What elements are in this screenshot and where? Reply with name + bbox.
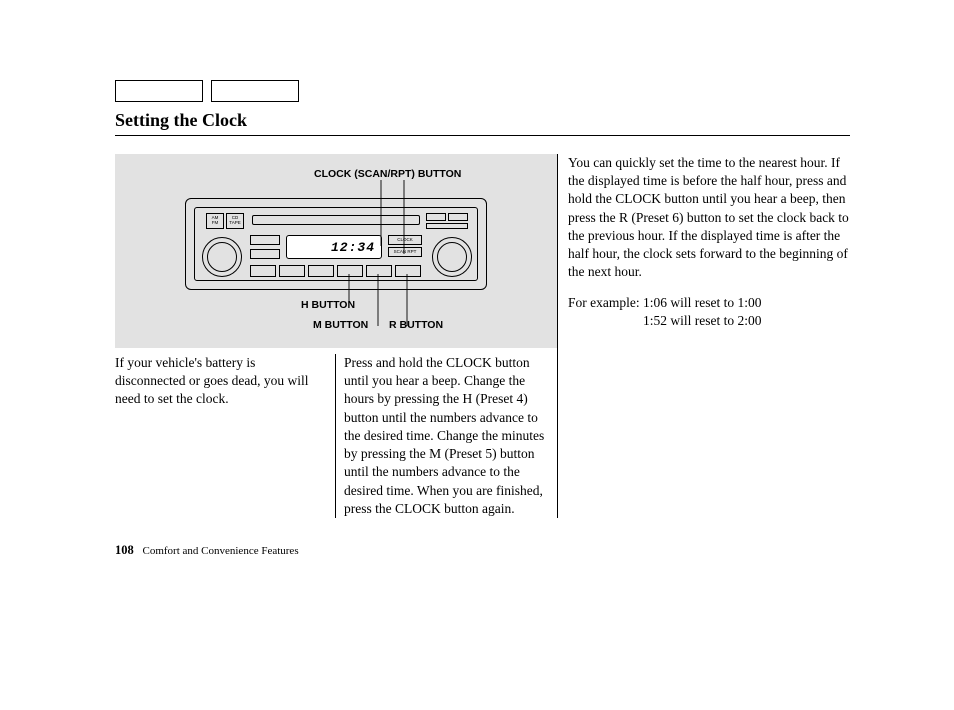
content-columns: CLOCK (SCAN/RPT) BUTTON AM FM CD TAPE <box>115 154 850 518</box>
eject-area-2 <box>448 213 468 221</box>
clock-display: 12:34 <box>286 235 382 259</box>
cd-slot <box>252 215 420 225</box>
header-box-1 <box>115 80 203 102</box>
callout-r-button: R BUTTON <box>389 319 443 331</box>
eject-area-1 <box>426 213 446 221</box>
callout-clock-button: CLOCK (SCAN/RPT) BUTTON <box>314 168 461 180</box>
column-3-text: You can quickly set the time to the near… <box>568 154 850 282</box>
preset-3 <box>308 265 334 277</box>
preset-4-h <box>337 265 363 277</box>
seek-up <box>250 235 280 245</box>
callout-m-button: M BUTTON <box>313 319 368 331</box>
example-line-1: 1:06 will reset to 1:00 <box>643 295 762 310</box>
clock-button: CLOCK <box>388 235 422 245</box>
seek-down <box>250 249 280 259</box>
footer-section-title: Comfort and Convenience Features <box>143 545 299 557</box>
eject-area-3 <box>426 223 468 229</box>
column-2-text: Press and hold the CLOCK button until yo… <box>335 354 557 518</box>
header-box-2 <box>211 80 299 102</box>
preset-5-m <box>366 265 392 277</box>
page-number: 108 <box>115 543 134 557</box>
column-1-text: If your vehicle's battery is disconnecte… <box>115 354 335 518</box>
column-3: You can quickly set the time to the near… <box>557 154 850 518</box>
preset-6-r <box>395 265 421 277</box>
am-fm-button: AM FM <box>206 213 224 229</box>
preset-2 <box>279 265 305 277</box>
tune-knob <box>437 242 467 272</box>
radio-face-outline: AM FM CD TAPE CD <box>185 198 487 290</box>
title-rule <box>115 135 850 136</box>
header-placeholder-boxes <box>115 80 850 102</box>
callout-h-button: H BUTTON <box>301 299 355 311</box>
example-line-2: 1:52 will reset to 2:00 <box>643 313 762 328</box>
example-label: For example: <box>568 295 640 310</box>
scan-rpt-button: SCAN RPT <box>388 247 422 257</box>
preset-1 <box>250 265 276 277</box>
page-title: Setting the Clock <box>115 110 850 131</box>
volume-knob <box>207 242 237 272</box>
example-block: For example: 1:06 will reset to 1:00 1:5… <box>568 294 850 330</box>
cd-tape-button: CD TAPE <box>226 213 244 229</box>
radio-figure: CLOCK (SCAN/RPT) BUTTON AM FM CD TAPE <box>115 154 557 348</box>
page-footer: 108 Comfort and Convenience Features <box>115 543 299 558</box>
